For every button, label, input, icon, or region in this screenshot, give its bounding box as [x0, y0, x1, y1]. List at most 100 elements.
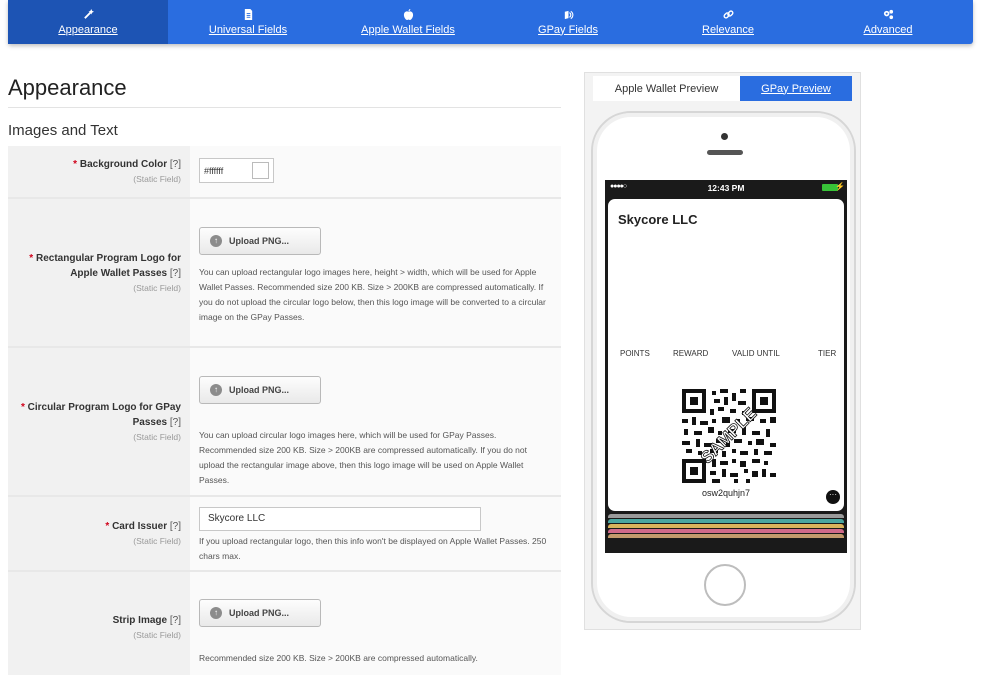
field-label-cell: Strip Image [?] (Static Field): [8, 572, 190, 675]
static-field-note: (Static Field): [133, 174, 181, 184]
home-button[interactable]: [704, 564, 746, 606]
tab-label: GPay Fields: [538, 23, 598, 36]
pass-preview-panel: Apple Wallet Preview GPay Preview ●●●●○ …: [584, 72, 861, 630]
tab-label: Appearance: [58, 23, 118, 36]
divider: [8, 107, 561, 108]
field-label: Card Issuer: [112, 521, 168, 532]
pass-field-label: REWARD: [673, 349, 709, 358]
status-bar: ●●●●○ 12:43 PM ⚡: [605, 180, 847, 196]
page-title: Appearance: [8, 75, 127, 100]
field-description: You can upload rectangular logo images h…: [199, 267, 546, 322]
field-label-cell: * Circular Program Logo for GPay Passes …: [8, 348, 190, 495]
required-marker: *: [20, 401, 25, 413]
preview-tabs: Apple Wallet Preview GPay Preview: [593, 76, 852, 101]
field-value-cell: ↑ Upload PNG... Recommended size 200 KB.…: [190, 572, 561, 675]
tab-universal-fields[interactable]: Universal Fields: [168, 0, 328, 44]
form-row-rectangular-logo: * Rectangular Program Logo for Apple Wal…: [8, 199, 561, 348]
upload-label: Upload PNG...: [229, 385, 290, 395]
field-value-cell: Skycore LLC If you upload rectangular lo…: [190, 497, 561, 570]
barcode-text: osw2quhjn7: [701, 488, 751, 498]
static-field-note: (Static Field): [133, 282, 181, 293]
stacked-pass: [608, 529, 844, 533]
circular-logo-upload-button[interactable]: ↑ Upload PNG...: [199, 376, 321, 404]
tab-label: Relevance: [702, 23, 754, 36]
tab-apple-wallet-fields[interactable]: Apple Wallet Fields: [328, 0, 488, 44]
charging-icon: ⚡: [835, 182, 845, 191]
tab-label: Universal Fields: [208, 23, 288, 36]
field-description: You can upload circular logo images here…: [199, 430, 527, 485]
static-field-note: (Static Field): [133, 629, 181, 640]
phone-camera: [721, 133, 728, 140]
field-description: Recommended size 200 KB. Size > 200KB ar…: [199, 653, 478, 663]
qr-code: SAMPLE: [682, 389, 776, 483]
link-icon: [722, 9, 734, 19]
tab-label: Apple Wallet Fields: [361, 23, 455, 36]
field-label-cell: * Background Color [?] (Static Field): [8, 146, 190, 197]
wallet-pass-card: Skycore LLC POINTS REWARD VALID UNTIL TI…: [608, 199, 844, 511]
required-marker: *: [73, 159, 78, 170]
phone-screen: ●●●●○ 12:43 PM ⚡ Skycore LLC POINTS REWA…: [605, 180, 847, 553]
help-link[interactable]: [?]: [170, 615, 181, 626]
top-navigation: Appearance Universal Fields Apple Wallet…: [8, 0, 973, 44]
pass-field-label: TIER: [818, 349, 837, 358]
stacked-pass: [608, 534, 844, 538]
status-time: 12:43 PM: [707, 183, 745, 193]
help-link[interactable]: [?]: [170, 268, 181, 279]
apple-icon: [403, 8, 413, 20]
field-label-cell: * Rectangular Program Logo for Apple Wal…: [8, 199, 190, 346]
form-row-card-issuer: * Card Issuer [?] (Static Field) Skycore…: [8, 497, 561, 572]
gears-icon: [883, 9, 893, 19]
field-label: Background Color: [79, 159, 168, 170]
phone-speaker: [707, 150, 743, 155]
strip-image-upload-button[interactable]: ↑ Upload PNG...: [199, 599, 321, 627]
form-row-circular-logo: * Circular Program Logo for GPay Passes …: [8, 348, 561, 497]
upload-arrow-icon: ↑: [210, 235, 222, 247]
help-link[interactable]: [?]: [170, 521, 181, 532]
field-value-cell: #ffffff: [190, 146, 561, 197]
pass-stack: [608, 514, 844, 539]
tab-advanced[interactable]: Advanced: [808, 0, 968, 44]
color-swatch[interactable]: [252, 162, 269, 179]
required-marker: *: [29, 252, 34, 264]
pass-organization-name: Skycore LLC: [618, 212, 698, 227]
help-link[interactable]: [?]: [170, 159, 181, 170]
upload-arrow-icon: ↑: [210, 607, 222, 619]
field-label: Circular Program Logo for GPay Passes: [27, 401, 181, 428]
field-label: Strip Image: [112, 614, 168, 626]
form-row-strip-image: Strip Image [?] (Static Field) ↑ Upload …: [8, 572, 561, 675]
pass-field-label: POINTS: [620, 349, 650, 358]
gpay-icon: [564, 10, 573, 19]
pass-field-label: VALID UNTIL: [732, 349, 780, 358]
field-label: Rectangular Program Logo for Apple Walle…: [35, 252, 181, 279]
tab-relevance[interactable]: Relevance: [648, 0, 808, 44]
background-color-picker[interactable]: #ffffff: [199, 158, 274, 183]
rectangular-logo-upload-button[interactable]: ↑ Upload PNG...: [199, 227, 321, 255]
stacked-pass: [608, 514, 844, 518]
upload-label: Upload PNG...: [229, 608, 290, 618]
tab-gpay-preview[interactable]: GPay Preview: [740, 76, 852, 101]
magic-wand-icon: [83, 8, 94, 19]
document-icon: [244, 8, 252, 20]
static-field-note: (Static Field): [133, 431, 181, 442]
color-value: #ffffff: [204, 165, 224, 176]
help-link[interactable]: [?]: [170, 417, 181, 428]
field-label-cell: * Card Issuer [?] (Static Field): [8, 497, 190, 570]
upload-label: Upload PNG...: [229, 236, 290, 246]
tab-gpay-fields[interactable]: GPay Fields: [488, 0, 648, 44]
tab-apple-wallet-preview[interactable]: Apple Wallet Preview: [593, 76, 740, 101]
field-value-cell: ↑ Upload PNG... You can upload circular …: [190, 348, 561, 495]
upload-arrow-icon: ↑: [210, 384, 222, 396]
required-marker: *: [105, 521, 110, 532]
tab-appearance[interactable]: Appearance: [8, 0, 168, 44]
tab-label: Advanced: [863, 23, 913, 36]
phone-mockup: ●●●●○ 12:43 PM ⚡ Skycore LLC POINTS REWA…: [591, 111, 856, 623]
stacked-pass: [608, 519, 844, 523]
section-title: Images and Text: [8, 122, 118, 139]
form-table: * Background Color [?] (Static Field) #f…: [8, 146, 561, 675]
appearance-form-panel: Appearance Images and Text * Background …: [8, 44, 561, 675]
form-row-background-color: * Background Color [?] (Static Field) #f…: [8, 146, 561, 199]
static-field-note: (Static Field): [133, 536, 181, 546]
card-issuer-input[interactable]: Skycore LLC: [199, 507, 481, 531]
stacked-pass: [608, 524, 844, 528]
more-options-icon[interactable]: ···: [826, 490, 840, 504]
